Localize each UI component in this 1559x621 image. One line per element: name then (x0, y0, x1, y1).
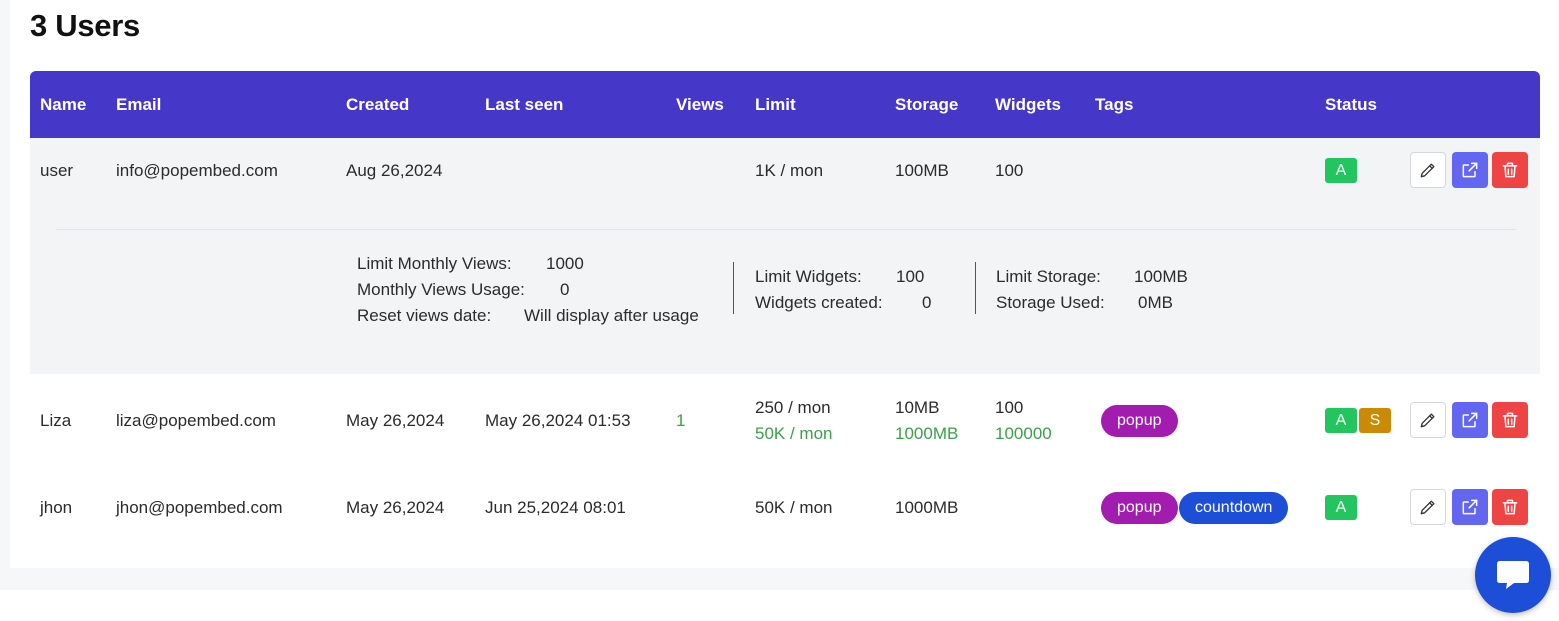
users-table: Name Email Created Last seen Views Limit… (30, 71, 1540, 548)
monthly-views-usage-value: 0 (560, 280, 570, 299)
cell-limit: 50K / mon (755, 498, 833, 517)
tag-countdown[interactable]: countdown (1179, 492, 1289, 524)
chat-icon (1497, 561, 1529, 589)
pencil-icon (1420, 413, 1435, 428)
cell-limit-secondary: 50K / mon (755, 424, 833, 443)
column-header-tags[interactable]: Tags (1095, 71, 1133, 138)
column-header-views[interactable]: Views (676, 71, 724, 138)
column-header-limit[interactable]: Limit (755, 71, 796, 138)
limit-monthly-views-value: 1000 (546, 254, 584, 273)
external-link-icon (1462, 499, 1478, 515)
storage-used-value: 0MB (1138, 293, 1173, 312)
details-divider (975, 262, 976, 314)
cell-name: Liza (40, 411, 72, 430)
limit-monthly-views-label: Limit Monthly Views: (357, 254, 512, 273)
tag-popup[interactable]: popup (1101, 492, 1178, 524)
column-header-last-seen[interactable]: Last seen (485, 71, 563, 138)
table-row[interactable]: Liza liza@popembed.com May 26,2024 May 2… (30, 374, 1540, 468)
table-row[interactable]: user info@popembed.com Aug 26,2024 1K / … (30, 138, 1540, 374)
trash-icon (1502, 499, 1518, 515)
cell-last-seen: May 26,2024 01:53 (485, 411, 631, 430)
delete-button[interactable] (1492, 489, 1528, 525)
tag-popup[interactable]: popup (1101, 405, 1178, 437)
status-badge-active: A (1325, 408, 1357, 433)
user-details-panel: Limit Monthly Views: 1000 Monthly Views … (30, 138, 1540, 374)
column-header-name[interactable]: Name (40, 71, 86, 138)
cell-name: jhon (40, 498, 73, 517)
cell-storage-secondary: 1000MB (895, 424, 959, 443)
limit-widgets-label: Limit Widgets: (755, 267, 862, 286)
reset-views-date-label: Reset views date: (357, 306, 492, 325)
page-title: 3 Users (30, 8, 140, 43)
cell-last-seen: Jun 25,2024 08:01 (485, 498, 626, 517)
trash-icon (1502, 412, 1518, 428)
cell-storage: 10MB (895, 398, 940, 417)
cell-widgets: 100 (995, 398, 1024, 417)
cell-created: May 26,2024 (346, 411, 445, 430)
cell-email: liza@popembed.com (116, 411, 276, 430)
monthly-views-usage-label: Monthly Views Usage: (357, 280, 525, 299)
cell-limit: 250 / mon (755, 398, 831, 417)
edit-button[interactable] (1410, 402, 1446, 438)
pencil-icon (1420, 500, 1435, 515)
chat-widget-button[interactable] (1475, 537, 1551, 613)
storage-used-label: Storage Used: (996, 293, 1105, 312)
column-header-email[interactable]: Email (116, 71, 161, 138)
cell-widgets-secondary: 100000 (995, 424, 1052, 443)
limit-storage-value: 100MB (1134, 267, 1188, 286)
cell-email: jhon@popembed.com (116, 498, 283, 517)
status-badge-s: S (1359, 408, 1391, 433)
limit-storage-label: Limit Storage: (996, 267, 1101, 286)
edit-button[interactable] (1410, 489, 1446, 525)
column-header-status[interactable]: Status (1325, 71, 1377, 138)
status-badge-active: A (1325, 495, 1357, 520)
table-row[interactable]: jhon jhon@popembed.com May 26,2024 Jun 2… (30, 468, 1540, 548)
open-user-button[interactable] (1452, 402, 1488, 438)
column-header-created[interactable]: Created (346, 71, 409, 138)
table-header: Name Email Created Last seen Views Limit… (30, 71, 1540, 138)
column-header-widgets[interactable]: Widgets (995, 71, 1061, 138)
cell-created: May 26,2024 (346, 498, 445, 517)
cell-views: 1 (676, 411, 686, 430)
column-header-storage[interactable]: Storage (895, 71, 958, 138)
limit-widgets-value: 100 (896, 267, 925, 286)
widgets-created-label: Widgets created: (755, 293, 883, 312)
reset-views-date-value: Will display after usage (524, 306, 699, 325)
details-divider (733, 262, 734, 314)
open-user-button[interactable] (1452, 489, 1488, 525)
cell-storage: 1000MB (895, 498, 959, 517)
widgets-created-value: 0 (922, 293, 932, 312)
external-link-icon (1462, 412, 1478, 428)
delete-button[interactable] (1492, 402, 1528, 438)
